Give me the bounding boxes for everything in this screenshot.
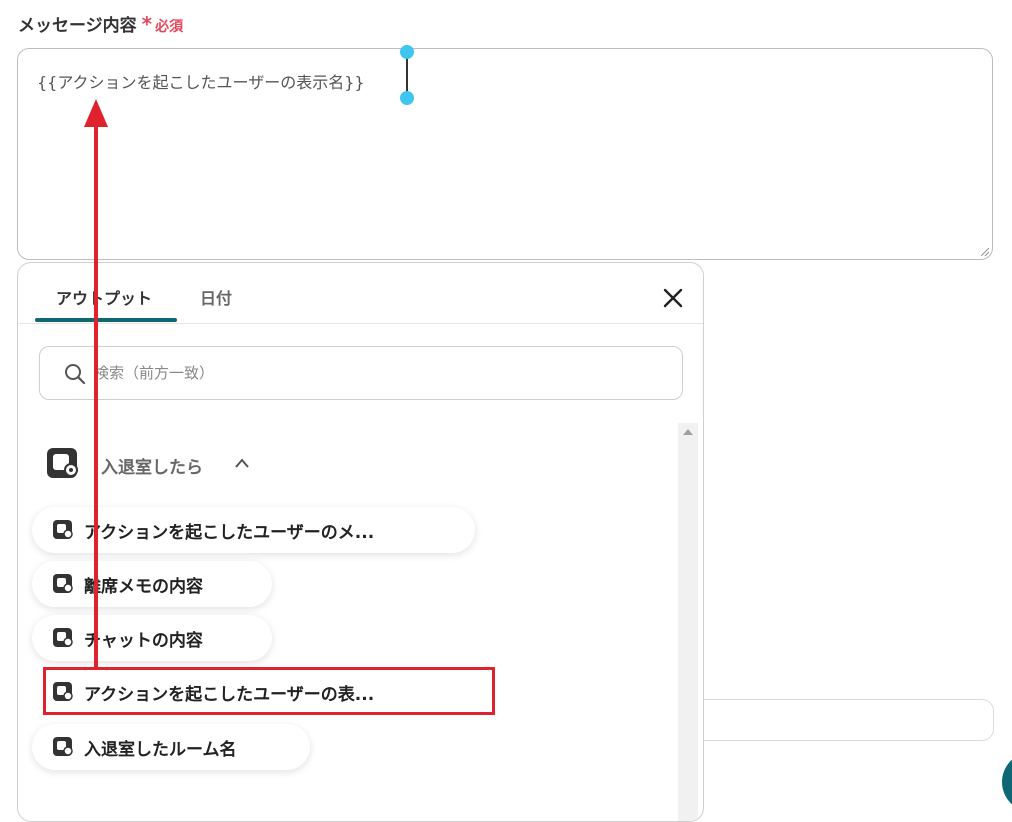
annotation-arrow	[84, 99, 108, 667]
